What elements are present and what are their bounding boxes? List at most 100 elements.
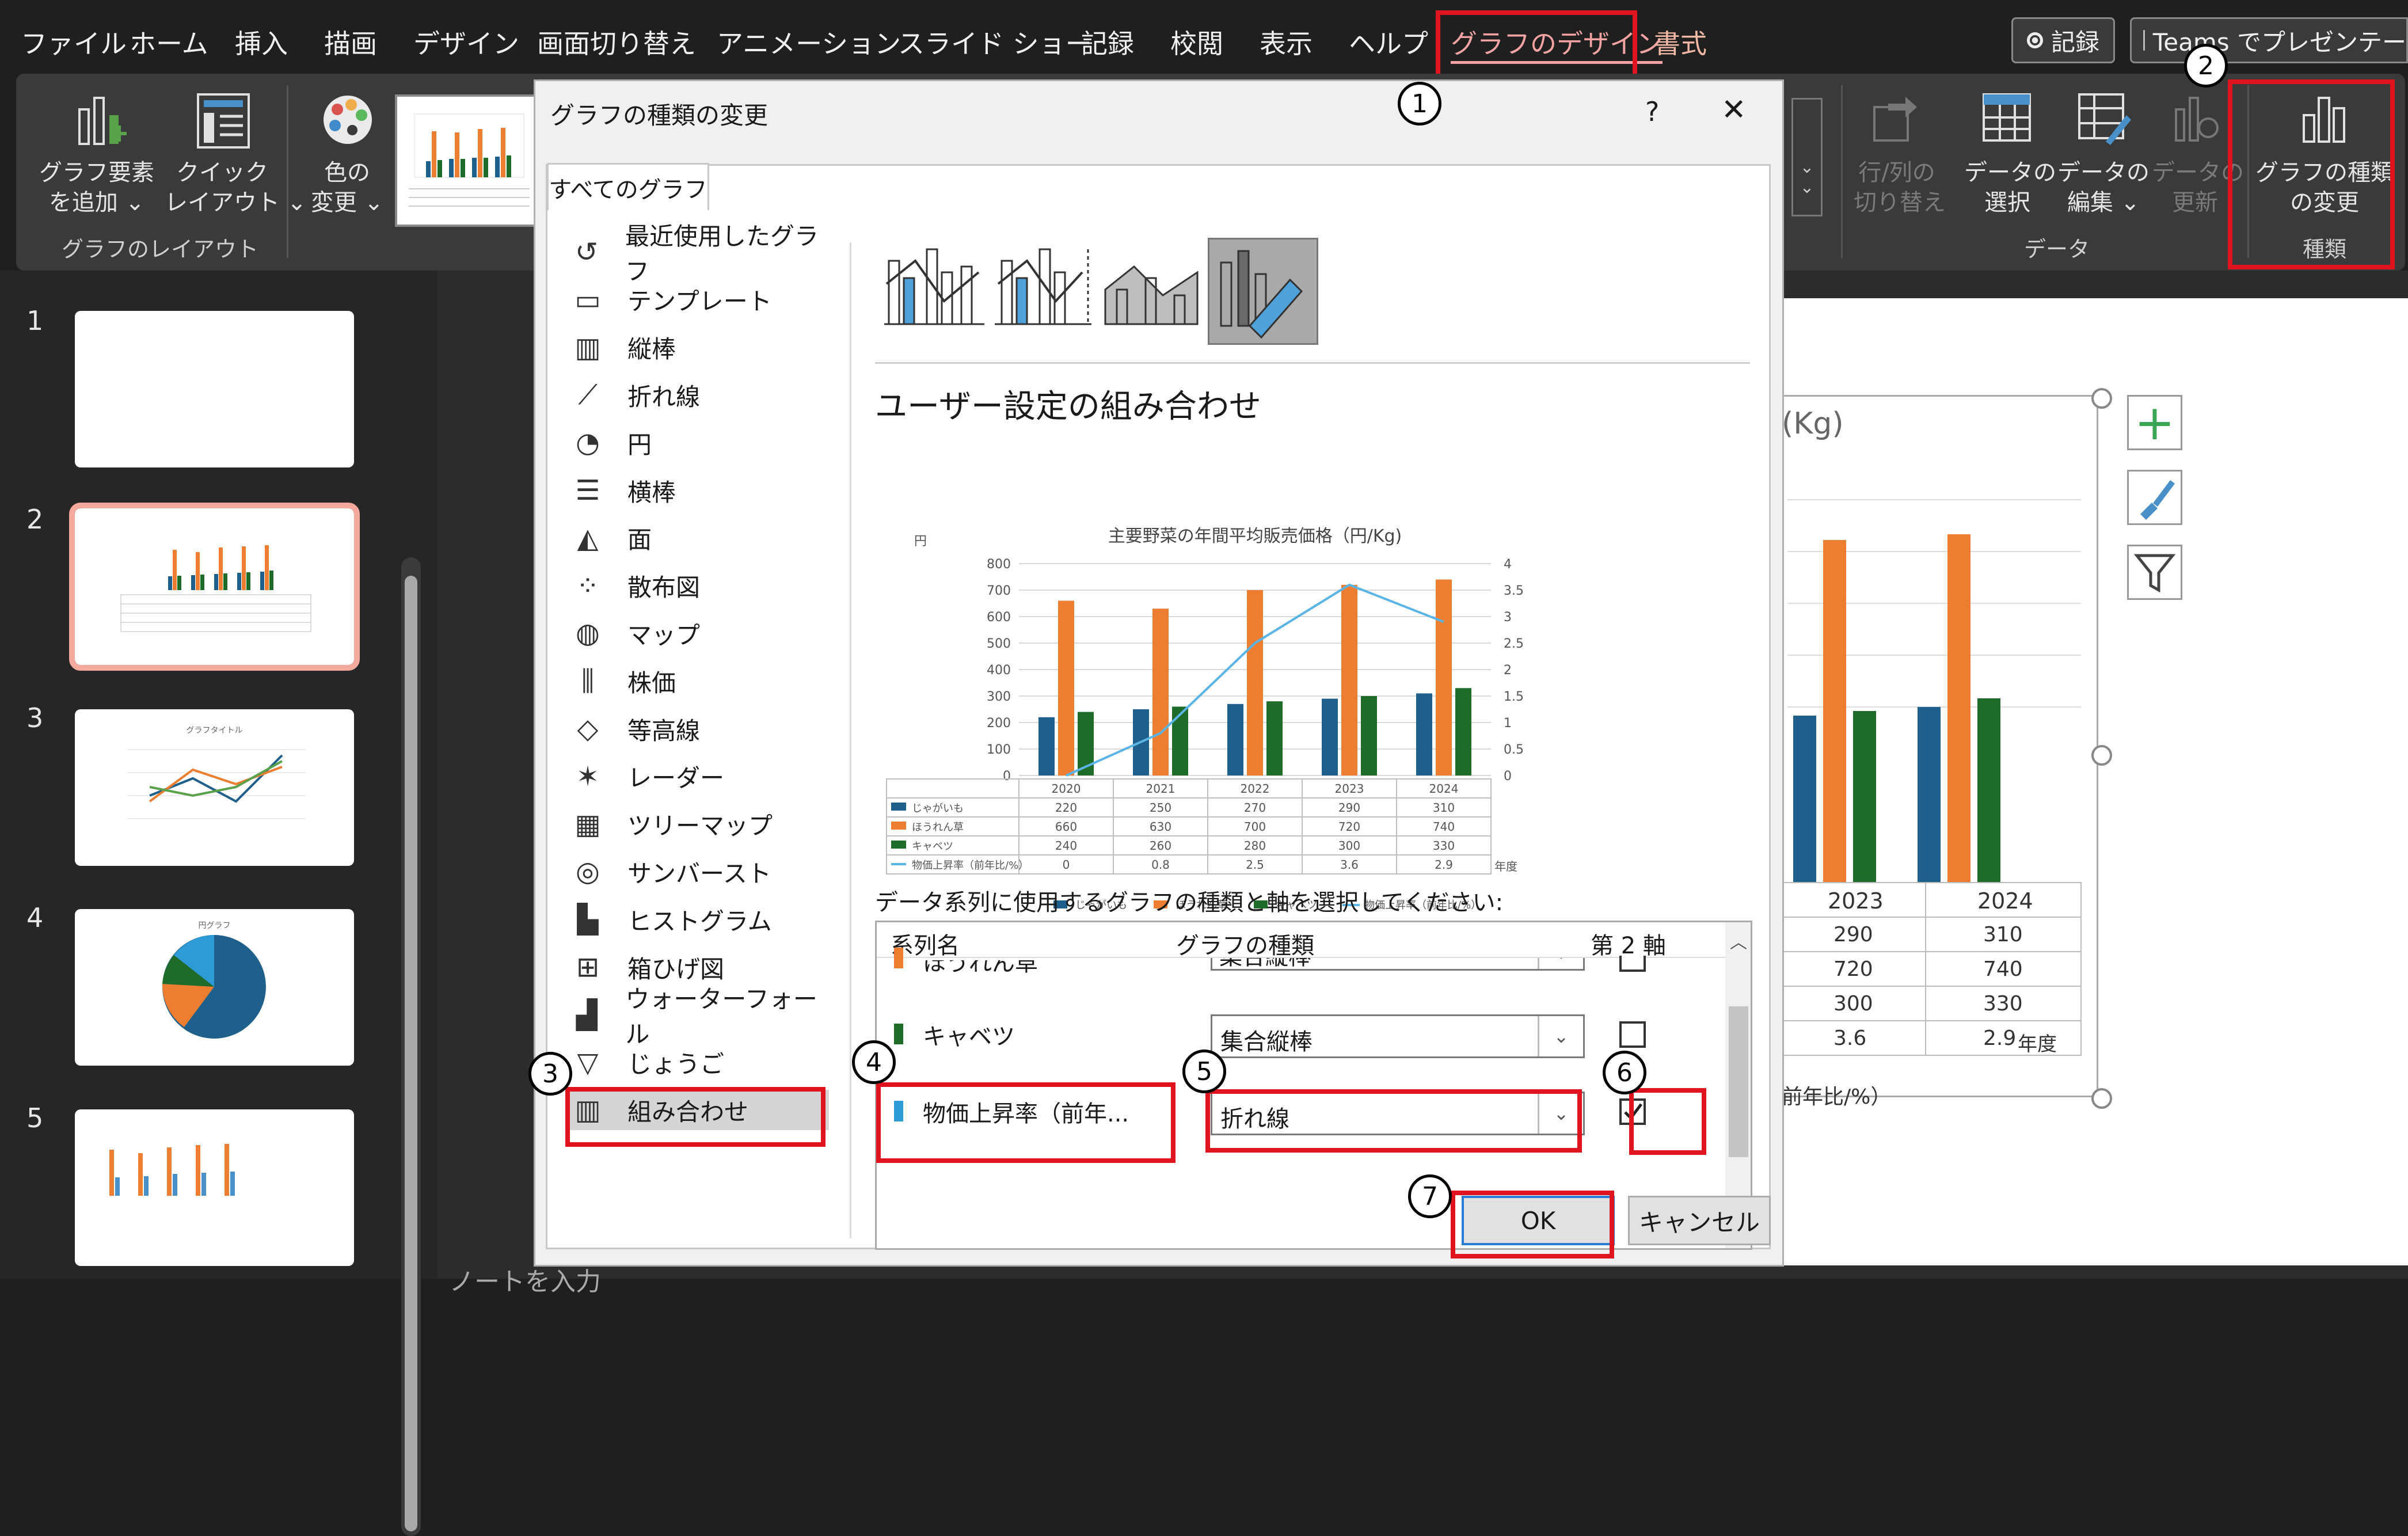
bar [1341,584,1357,775]
add-chart-element-button[interactable]: グラフ要素 を追加 ⌄ [39,84,154,234]
series-type-dropdown[interactable]: 集合縦棒 ⌄ [1211,1014,1585,1058]
resize-handle[interactable] [2091,1088,2112,1109]
menu-format[interactable]: 書式 [1654,23,1707,61]
menu-file[interactable]: ファイル [21,23,127,61]
nav-item[interactable]: ◎ サンバースト [570,851,829,892]
callout-6: 6 [1603,1051,1646,1094]
resize-handle[interactable] [2091,745,2112,766]
record-button[interactable]: 記録 [2011,17,2115,63]
nav-item-label: ツリーマップ [627,812,773,841]
callout-5: 5 [1182,1050,1226,1093]
cancel-button-label: キャンセル [1638,1208,1760,1237]
nav-item[interactable]: ◍ マップ [570,613,829,653]
select-data-button[interactable]: データの 選択 [1964,84,2056,234]
combo-section-title: ユーザー設定の組み合わせ [875,388,1261,425]
nav-item[interactable]: ⟋ 折れ線 [570,375,829,415]
data-label: 0 [1063,858,1070,872]
dialog-help-button[interactable]: ? [1645,96,1659,127]
slide-thumb-2[interactable] [69,503,360,671]
nav-item[interactable]: ◔ 円 [570,423,829,463]
slide-thumbnail-panel: 1 2 3 グラフタイトル 4 円グラフ 5 [0,271,438,1536]
bar [1436,579,1452,775]
combo-subtype-custom[interactable] [1208,238,1318,345]
nav-item[interactable]: ☰ 横棒 [570,470,829,511]
refresh-data-button[interactable]: データの 更新 [2152,84,2244,234]
combo-subtype-2-icon[interactable] [990,238,1100,336]
chart-style-thumb[interactable] [395,94,542,227]
nav-item-label: 等高線 [627,716,701,745]
edit-data-button[interactable]: データの 編集 ⌄ [2057,84,2150,234]
menu-transitions[interactable]: 画面切り替え [537,23,696,61]
ribbon-separator [1841,85,1843,258]
y2-tick-label: 3.5 [1504,584,1524,598]
style-gallery-scroll[interactable]: ⌄ ⌄ [1791,98,1823,216]
nav-item[interactable]: ▦ ツリーマップ [570,804,829,845]
combo-subtype-1-icon[interactable] [881,238,990,336]
nav-item[interactable]: ↺ 最近使用したグラフ [570,222,829,286]
menu-animations[interactable]: アニメーション [717,23,901,61]
menu-view[interactable]: 表示 [1260,23,1313,61]
nav-item[interactable]: ⁘ 散布図 [570,566,829,606]
chart-filter-icon[interactable] [2127,545,2182,600]
tab-all-charts[interactable]: すべてのグラフ [547,163,709,210]
nav-item[interactable]: ▽ じょうご [570,1043,829,1083]
dialog-close-button[interactable]: ✕ [1721,93,1747,127]
add-chart-element-icon [78,97,127,145]
nav-item[interactable]: ⫼ 株価 [570,661,829,701]
chart-type-icon: ◇ [577,713,599,745]
chart-type-icon: ☰ [575,474,600,507]
menu-review[interactable]: 校閲 [1170,23,1223,61]
menu-help[interactable]: ヘルプ [1349,23,1428,61]
slide-thumb-4[interactable]: 円グラフ [75,909,354,1066]
legend-key [891,803,906,811]
slide-thumb-1[interactable] [75,311,354,467]
nav-item-label: じょうご [627,1050,725,1079]
slide-thumb-5[interactable] [75,1109,354,1266]
nav-item[interactable]: ◇ 等高線 [570,709,829,749]
chart-elements-plus-icon[interactable]: + [2127,394,2182,451]
y-tick-label: 700 [987,584,1011,598]
nav-item[interactable]: ◭ 面 [570,518,829,558]
nav-item-label: 縦棒 [627,335,676,364]
nav-item[interactable]: ▟ ウォーターフォール [570,985,829,1048]
bar [1247,590,1263,775]
teams-present-button[interactable]: Teams でプレゼンテー [2130,17,2408,63]
menu-record[interactable]: 記録 [1081,23,1134,61]
chart-type-icon: ◭ [577,522,599,554]
y2-tick-label: 4 [1504,557,1512,572]
series-grid-scroll-thumb[interactable] [1729,1006,1748,1157]
resize-handle[interactable] [2091,388,2112,409]
bar [1152,609,1169,775]
nav-item-label: 折れ線 [627,382,701,411]
nav-item[interactable]: ▭ テンプレート [570,280,829,320]
quick-layout-button[interactable]: クイック レイアウト ⌄ [165,84,306,234]
nav-item[interactable]: ✶ レーダー [570,756,829,797]
nav-item[interactable]: ▙ ヒストグラム [570,899,829,940]
menu-draw[interactable]: 描画 [324,23,377,61]
menu-slideshow[interactable]: スライド ショー [898,23,1092,61]
secondary-axis-checkbox[interactable] [1619,1021,1646,1048]
y-tick-label: 0 [1003,769,1011,784]
change-color-button[interactable]: 色の 変更 ⌄ [298,84,396,234]
col-type-header: グラフの種類 [1176,933,1314,959]
switch-row-column-icon [1873,97,1917,142]
switch-row-column-button[interactable]: 行/列の 切り替え [1854,84,1946,234]
data-label: 260 [1150,839,1171,853]
cancel-button[interactable]: キャンセル [1628,1196,1771,1245]
combo-subtype-3-icon[interactable] [1100,238,1209,336]
chart-styles-brush-icon[interactable] [2127,470,2182,525]
slide-thumb-3[interactable]: グラフタイトル [75,709,354,866]
chart-type-icon: ▽ [577,1046,599,1079]
highlight-combo-nav [565,1087,826,1147]
current-slide[interactable]: (Kg) 2023 2024 290 310 720 740 300 330 3… [1770,298,2408,1265]
nav-item[interactable]: ▥ 縦棒 [570,328,829,368]
data-label: 0.8 [1151,858,1170,872]
menu-insert[interactable]: 挿入 [235,23,288,61]
edit-data-icon [2078,93,2131,145]
slide-panel-scroll-thumb[interactable] [405,576,417,1531]
data-label: 330 [1433,839,1455,853]
data-table-row-label: キャベツ [912,841,953,853]
menu-design[interactable]: デザイン [413,23,519,61]
callout-1: 1 [1398,82,1441,126]
menu-home[interactable]: ホーム [130,23,208,61]
